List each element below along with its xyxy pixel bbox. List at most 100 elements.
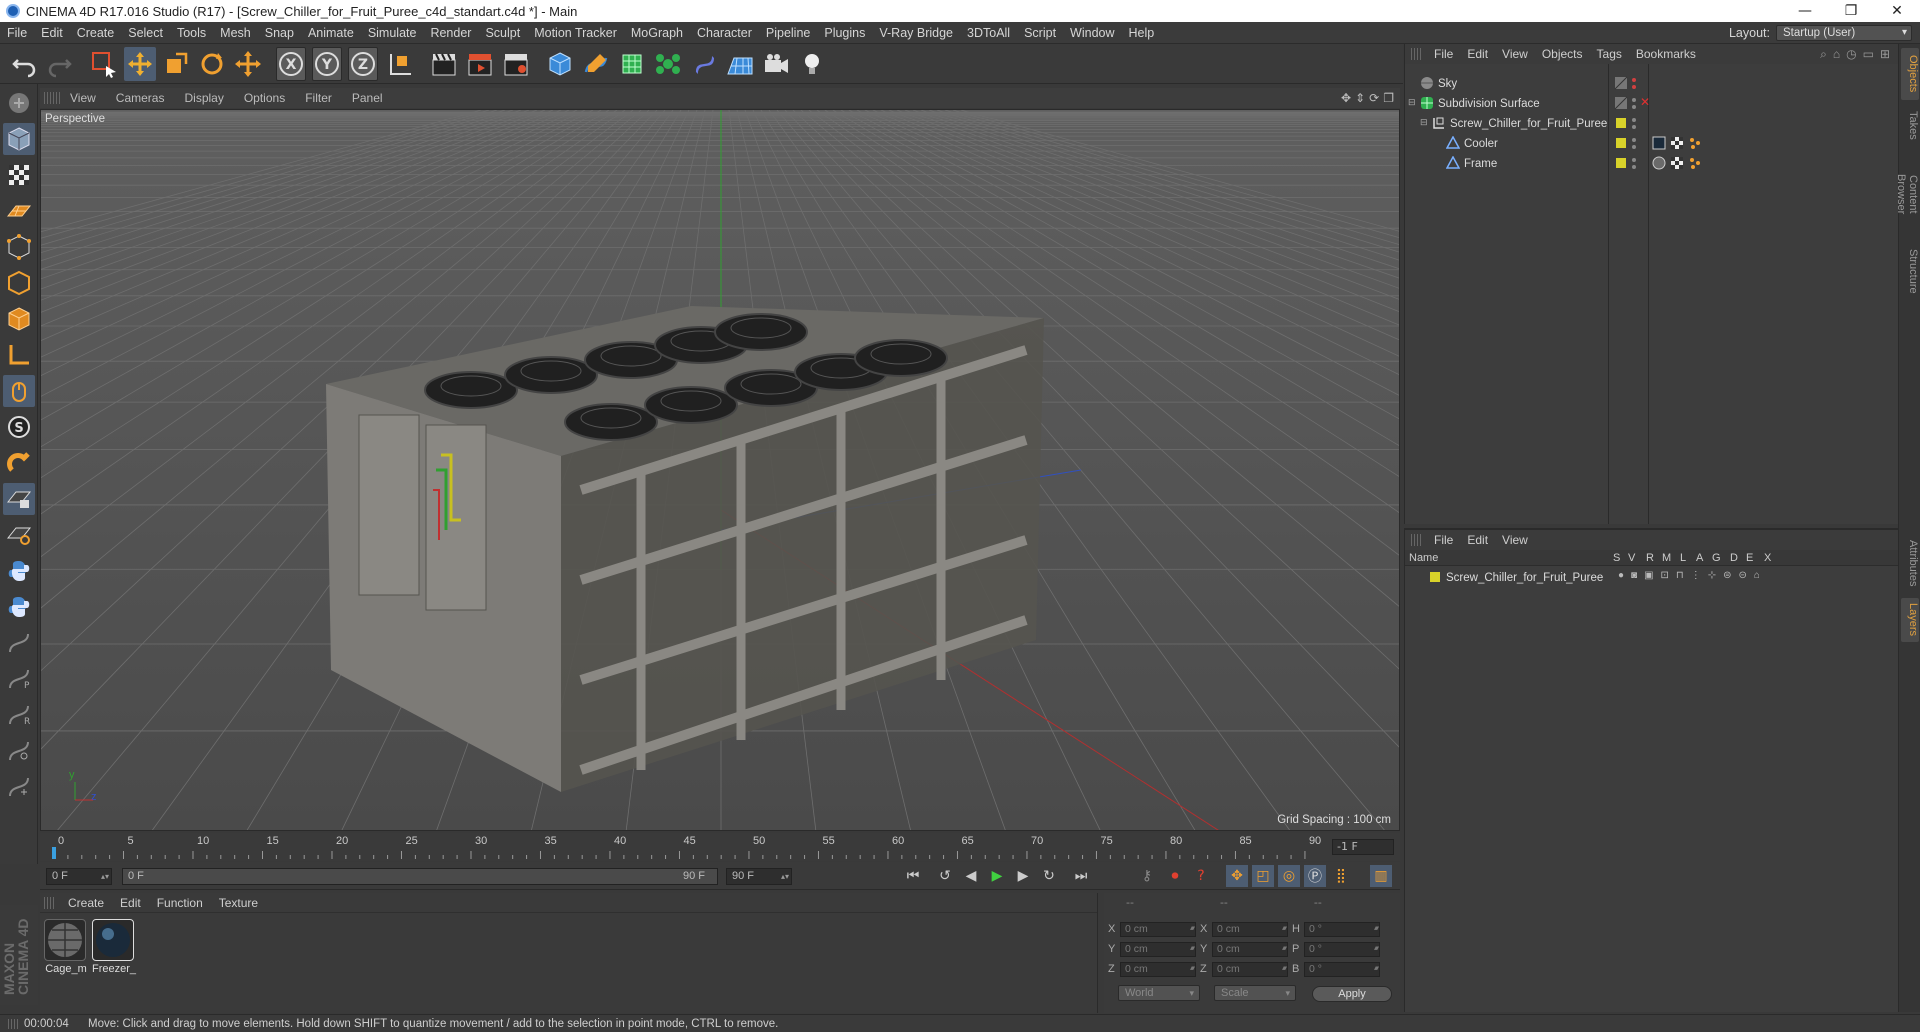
object-row-screw-chiller[interactable]: ⊟ Screw_Chiller_for_Fruit_Puree	[1406, 114, 1896, 133]
editor-visibility-dot[interactable]	[1632, 78, 1636, 82]
position-z-field[interactable]: 0 cm	[1120, 961, 1196, 977]
render-visibility-dot[interactable]	[1632, 125, 1636, 129]
python-script-button[interactable]	[3, 591, 35, 623]
panel-grip[interactable]	[1411, 48, 1421, 60]
floor-button[interactable]	[724, 47, 756, 81]
x-axis-lock-button[interactable]: X	[276, 46, 306, 81]
menu-help[interactable]: Help	[1122, 26, 1162, 40]
new-window-icon[interactable]: ▭	[1863, 47, 1874, 62]
render-visibility-dot[interactable]	[1632, 165, 1636, 169]
next-frame-button[interactable]: ▶	[1012, 865, 1034, 887]
panel-grip[interactable]	[44, 92, 60, 104]
layer-color-swatch[interactable]	[1430, 572, 1440, 582]
menu-window[interactable]: Window	[1063, 26, 1121, 40]
previous-key-button[interactable]: ↺	[934, 865, 956, 887]
make-editable-button[interactable]	[3, 87, 35, 119]
edges-mode-button[interactable]	[3, 267, 35, 299]
layer-col-r[interactable]: R	[1646, 552, 1654, 564]
locked-workplane-button[interactable]	[3, 483, 35, 515]
spline-tool-1-button[interactable]	[3, 627, 35, 659]
menu-snap[interactable]: Snap	[258, 26, 301, 40]
render-picture-viewer-button[interactable]	[464, 47, 496, 81]
object-row-frame[interactable]: Frame	[1406, 154, 1896, 173]
material-tag-icon[interactable]	[1652, 156, 1666, 170]
layers-menu-view[interactable]: View	[1495, 533, 1535, 547]
size-z-field[interactable]: 0 cm	[1212, 961, 1288, 977]
close-button[interactable]: ✕	[1874, 3, 1920, 19]
menu-plugins[interactable]: Plugins	[817, 26, 872, 40]
minimize-button[interactable]: —	[1782, 3, 1828, 19]
rotation-h-field[interactable]: 0 °	[1304, 921, 1380, 937]
objects-menu-objects[interactable]: Objects	[1535, 47, 1590, 61]
layer-row[interactable]: Screw_Chiller_for_Fruit_Puree ●◙▣⊡⊓⋮⊹⊜⊝⌂	[1406, 568, 1896, 587]
workplane-mode-button[interactable]	[3, 195, 35, 227]
frame-ruler[interactable]: 0 5 10 15 20 25 30 35 40 45 50 55 60 65 70 75 80 85 90	[50, 833, 1340, 861]
tab-attributes[interactable]: Attributes	[1901, 532, 1919, 594]
position-y-field[interactable]: 0 cm	[1120, 941, 1196, 957]
timeline-ruler[interactable]: 0 5 10 15 20 25 30 35 40 45 50 55 60 65 70 75 80 85 90 -1 …	[40, 833, 1400, 861]
previous-frame-button[interactable]: ◀	[960, 865, 982, 887]
menu-mesh[interactable]: Mesh	[213, 26, 258, 40]
perspective-viewport[interactable]: y z Perspective Grid Spacing : 100 cm	[40, 109, 1400, 831]
menu-create[interactable]: Create	[70, 26, 122, 40]
axis-mode-button[interactable]	[3, 339, 35, 371]
material-menu-function[interactable]: Function	[149, 896, 211, 910]
dolly-view-icon[interactable]: ⇕	[1355, 91, 1365, 105]
objects-menu-edit[interactable]: Edit	[1460, 47, 1495, 61]
layer-color-swatch[interactable]	[1616, 158, 1626, 168]
objects-menu-bookmarks[interactable]: Bookmarks	[1629, 47, 1703, 61]
objects-menu-file[interactable]: File	[1427, 47, 1460, 61]
scale-tool-button[interactable]	[160, 47, 192, 81]
spline-tool-2-button[interactable]: P	[3, 663, 35, 695]
cube-primitive-button[interactable]	[544, 47, 576, 81]
rotate-tool-button[interactable]	[196, 47, 228, 81]
home-icon[interactable]: ⌂	[1833, 47, 1840, 62]
material-tag-icon[interactable]	[1652, 136, 1666, 150]
key-position-button[interactable]: ✥	[1226, 865, 1248, 887]
z-axis-lock-button[interactable]: Z	[348, 46, 378, 81]
render-visibility-dot[interactable]	[1632, 105, 1636, 109]
viewport-menu-options[interactable]: Options	[234, 91, 295, 105]
render-settings-button[interactable]	[500, 47, 532, 81]
layer-col-s[interactable]: S	[1613, 552, 1620, 564]
frame-range-slider[interactable]: 0 F 90 F	[122, 868, 718, 885]
uvw-tag-icon[interactable]	[1688, 136, 1702, 150]
coord-mode-dropdown[interactable]: Scale	[1214, 985, 1296, 1001]
rotate-view-icon[interactable]: ⟳	[1369, 91, 1379, 105]
viewport-menu-panel[interactable]: Panel	[342, 91, 393, 105]
live-selection-button[interactable]	[88, 47, 120, 81]
rotation-p-field[interactable]: 0 °	[1304, 941, 1380, 957]
go-to-start-button[interactable]: ⏮	[902, 865, 924, 887]
spline-tool-4-button[interactable]	[3, 735, 35, 767]
light-button[interactable]	[796, 47, 828, 81]
objects-menu-tags[interactable]: Tags	[1590, 47, 1629, 61]
magnet-button[interactable]	[3, 447, 35, 479]
viewport-menu-cameras[interactable]: Cameras	[106, 91, 175, 105]
texture-mode-button[interactable]	[3, 159, 35, 191]
coord-space-dropdown[interactable]: World	[1118, 985, 1200, 1001]
panel-grip[interactable]	[44, 896, 56, 909]
apply-button[interactable]: Apply	[1312, 986, 1392, 1002]
layer-col-m[interactable]: M	[1662, 552, 1671, 564]
menu-pipeline[interactable]: Pipeline	[759, 26, 817, 40]
size-x-field[interactable]: 0 cm	[1212, 921, 1288, 937]
menu-simulate[interactable]: Simulate	[361, 26, 424, 40]
tab-objects[interactable]: Objects	[1901, 48, 1919, 100]
playhead[interactable]	[52, 847, 56, 859]
layer-col-l[interactable]: L	[1680, 552, 1686, 564]
size-y-field[interactable]: 0 cm	[1212, 941, 1288, 957]
layers-menu-edit[interactable]: Edit	[1460, 533, 1495, 547]
layout-dropdown[interactable]: Startup (User)	[1776, 24, 1912, 41]
transform-tool-button[interactable]	[232, 47, 264, 81]
layer-color-swatch[interactable]	[1616, 118, 1626, 128]
end-frame-field[interactable]: 90 F ▴▾	[726, 868, 792, 885]
menu-animate[interactable]: Animate	[301, 26, 361, 40]
current-frame-box[interactable]: -1 F	[1332, 839, 1394, 855]
render-visibility-dot[interactable]	[1632, 85, 1636, 89]
layer-col-a[interactable]: A	[1696, 552, 1703, 564]
expand-toggle-icon[interactable]: ⊟	[1408, 97, 1416, 108]
spline-pen-button[interactable]	[580, 47, 612, 81]
menu-edit[interactable]: Edit	[34, 26, 70, 40]
layer-col-e[interactable]: E	[1746, 552, 1753, 564]
editor-visibility-dot[interactable]	[1632, 138, 1636, 142]
